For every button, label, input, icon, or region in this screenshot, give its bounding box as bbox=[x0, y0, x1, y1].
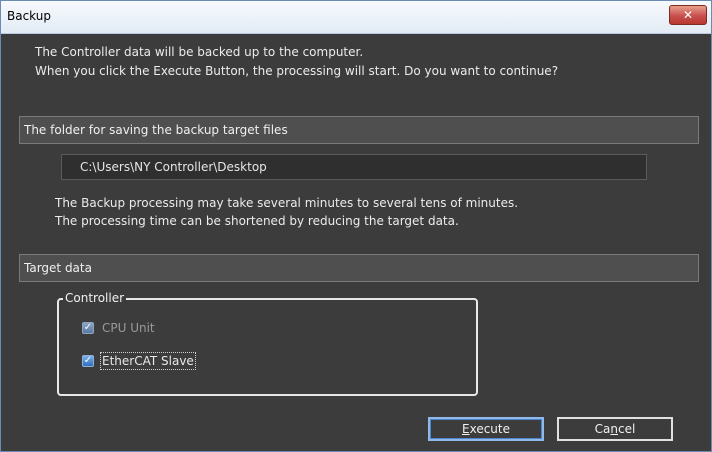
ethercat-slave-checkbox[interactable]: ✓ bbox=[82, 355, 94, 367]
intro-line-1: The Controller data will be backed up to… bbox=[35, 45, 364, 59]
execute-label-mnemonic: E bbox=[462, 422, 470, 436]
close-button[interactable]: ✕ bbox=[669, 5, 707, 25]
title-bar[interactable]: Backup ✕ bbox=[1, 1, 711, 34]
cpu-unit-checkbox-row: ✓ CPU Unit bbox=[82, 321, 155, 335]
checkmark-icon: ✓ bbox=[83, 355, 93, 366]
notice-line-1: The Backup processing may take several m… bbox=[55, 196, 519, 210]
cancel-label-mnemonic: n bbox=[610, 422, 618, 436]
controller-group-label: Controller bbox=[63, 291, 127, 305]
ethercat-slave-label[interactable]: EtherCAT Slave bbox=[100, 352, 196, 370]
cancel-button[interactable]: Cancel bbox=[557, 417, 673, 441]
close-icon: ✕ bbox=[682, 8, 694, 22]
folder-section-header: The folder for saving the backup target … bbox=[19, 116, 699, 144]
backup-folder-path-field[interactable]: C:\Users\NY Controller\Desktop bbox=[61, 154, 647, 180]
controller-groupbox bbox=[57, 298, 478, 396]
window-title: Backup bbox=[7, 9, 51, 23]
ethercat-slave-checkbox-row[interactable]: ✓ EtherCAT Slave bbox=[82, 352, 196, 370]
execute-button[interactable]: Execute bbox=[428, 417, 544, 441]
cancel-label-prefix: Ca bbox=[594, 422, 611, 436]
cpu-unit-checkbox: ✓ bbox=[82, 322, 94, 334]
execute-label-suffix: xecute bbox=[469, 422, 510, 436]
cpu-unit-label: CPU Unit bbox=[102, 321, 155, 335]
target-data-section-header: Target data bbox=[19, 254, 699, 282]
backup-dialog: Backup ✕ The Controller data will be bac… bbox=[0, 0, 712, 452]
notice-line-2: The processing time can be shortened by … bbox=[55, 214, 459, 228]
checkmark-icon: ✓ bbox=[83, 322, 93, 333]
intro-line-2: When you click the Execute Button, the p… bbox=[35, 64, 559, 78]
cancel-label-suffix: cel bbox=[618, 422, 636, 436]
